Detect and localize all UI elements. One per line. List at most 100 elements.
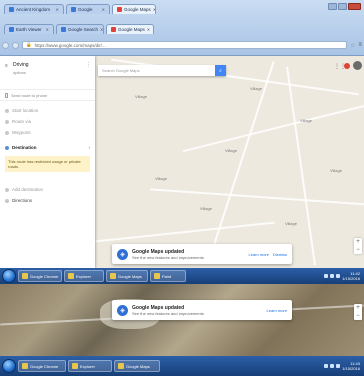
maps-icon <box>110 273 116 279</box>
taskbar-app[interactable]: Google Chrome <box>18 270 62 282</box>
tab-1b[interactable]: Earth Viewer ✕ <box>4 24 54 34</box>
zoom-out-button[interactable]: − <box>356 246 360 254</box>
map-label: Village <box>155 176 167 181</box>
route-item[interactable]: Route via <box>0 116 95 127</box>
satellite-view[interactable]: ◈ Google Maps updated See the new featur… <box>0 284 364 356</box>
warning-text: This route has restricted usage or priva… <box>8 159 81 169</box>
directions-icon <box>5 198 9 203</box>
zoom-control: + − <box>354 238 362 254</box>
route-item[interactable]: Start location <box>0 105 95 116</box>
search-input[interactable]: Search Google Maps <box>102 68 211 73</box>
route-item[interactable]: Add destination <box>0 184 95 195</box>
folder-icon <box>72 363 78 369</box>
maximize-button[interactable] <box>338 3 347 10</box>
route-item-label: Waypoint <box>12 130 31 135</box>
plus-icon <box>5 187 9 192</box>
zoom-in-button[interactable]: + <box>356 238 360 246</box>
route-item-label: Add destination <box>12 187 44 192</box>
route-item-active[interactable]: Destination › <box>0 142 95 153</box>
taskbar-app[interactable]: Google Maps <box>106 270 148 282</box>
toast-text: Google Maps updated See the new features… <box>132 305 263 316</box>
more-options-icon[interactable]: ⋮ <box>86 62 91 68</box>
toast-text: Google Maps updated See the new features… <box>132 249 245 260</box>
map-label: Village <box>135 94 147 99</box>
map-label: Village <box>225 148 237 153</box>
start-button[interactable] <box>2 269 16 283</box>
close-icon[interactable]: ✕ <box>102 7 105 12</box>
tab-strip-1: Ancient Kingdom ✕ Google ✕ Google Maps ✕ <box>0 2 300 14</box>
network-icon[interactable] <box>324 274 329 278</box>
tab-3[interactable]: Google Maps ✕ <box>112 4 156 14</box>
tab-label: Ancient Kingdom <box>16 7 51 12</box>
tab-label: Google Maps <box>124 7 151 12</box>
minimize-button[interactable] <box>328 3 337 10</box>
volume-icon[interactable] <box>330 274 335 278</box>
panel-header: ≡ Driving options ⋮ <box>0 56 95 90</box>
zoom-in-button[interactable]: + <box>356 304 360 312</box>
close-icon[interactable]: ✕ <box>100 27 103 32</box>
clock[interactable]: 11:43 1/15/2016 <box>342 361 360 371</box>
circle-icon <box>5 119 9 124</box>
learn-more-link[interactable]: Learn more <box>267 308 287 313</box>
network-icon[interactable] <box>324 364 329 368</box>
close-icon[interactable]: ✕ <box>153 7 155 12</box>
close-icon[interactable]: ✕ <box>147 27 150 32</box>
zoom-out-button[interactable]: − <box>356 312 360 320</box>
tab-3b[interactable]: Google Maps ✕ <box>106 24 154 34</box>
start-button[interactable] <box>2 359 16 373</box>
volume-icon[interactable] <box>330 364 335 368</box>
search-button[interactable]: ⌕ <box>215 65 226 76</box>
tab-label: Google <box>78 7 93 12</box>
update-notification: ◈ Google Maps updated See the new featur… <box>112 244 292 264</box>
window-close-button[interactable] <box>348 3 361 10</box>
battery-icon[interactable] <box>336 364 341 368</box>
map-road <box>95 221 275 242</box>
zoom-control: + − <box>354 304 362 320</box>
menu-icon[interactable]: ≡ <box>358 42 362 48</box>
back-button[interactable] <box>2 41 9 49</box>
chevron-right-icon: › <box>88 145 91 150</box>
battery-icon[interactable] <box>336 274 341 278</box>
panel-subtitle: options <box>13 70 26 75</box>
notification-icon[interactable] <box>344 63 350 69</box>
taskbar-app[interactable]: Google Maps <box>114 360 160 372</box>
map-search-box[interactable]: Search Google Maps ⌕ <box>98 65 226 76</box>
route-item[interactable]: Waypoint <box>0 127 95 138</box>
star-icon[interactable]: ☆ <box>350 42 355 49</box>
close-icon[interactable]: ✕ <box>46 27 49 32</box>
page-icon <box>61 27 66 32</box>
learn-more-link[interactable]: Learn more <box>249 252 269 257</box>
clock-date: 1/15/2016 <box>342 276 360 281</box>
tab-2b[interactable]: Google Search ✕ <box>56 24 104 34</box>
taskbar-app[interactable]: Google Chrome <box>18 360 66 372</box>
avatar[interactable] <box>353 61 362 70</box>
map-label: Village <box>200 206 212 211</box>
route-item-label: Start location <box>12 108 39 113</box>
route-warning: This route has restricted usage or priva… <box>5 156 90 172</box>
map-label: Village <box>300 118 312 123</box>
tab-1[interactable]: Ancient Kingdom ✕ <box>4 4 64 14</box>
panel-title: Driving <box>13 62 29 68</box>
chrome-icon <box>22 273 28 279</box>
taskbar-app[interactable]: Paint <box>150 270 186 282</box>
map-road <box>182 101 364 152</box>
route-item[interactable]: Directions <box>0 195 95 206</box>
address-bar[interactable]: 🔒 https://www.google.com/maps/dir/... <box>22 41 348 49</box>
taskbar-app[interactable]: Explorer <box>68 360 112 372</box>
close-icon[interactable]: ✕ <box>56 7 59 12</box>
taskbar-app[interactable]: Explorer <box>64 270 104 282</box>
toast-message: See the new features and improvements <box>132 254 204 260</box>
directions-panel: ≡ Driving options ⋮ Send route to phone … <box>0 56 95 268</box>
menu-icon[interactable]: ≡ <box>5 63 8 69</box>
forward-button[interactable] <box>12 41 19 49</box>
route-item-label: Route via <box>12 119 32 124</box>
tab-2[interactable]: Google ✕ <box>66 4 110 14</box>
dismiss-link[interactable]: Dismiss <box>273 252 287 257</box>
maps-icon: ◈ <box>117 304 128 316</box>
toolbar: 🔒 https://www.google.com/maps/dir/... ☆ … <box>2 39 362 51</box>
map-road <box>150 188 364 206</box>
tab-label: Earth Viewer <box>16 27 42 32</box>
map-canvas[interactable]: Village Village Village Village Village … <box>0 56 364 268</box>
clock[interactable]: 11:42 1/15/2016 <box>342 271 360 281</box>
send-to-phone[interactable]: Send route to phone <box>0 90 95 101</box>
